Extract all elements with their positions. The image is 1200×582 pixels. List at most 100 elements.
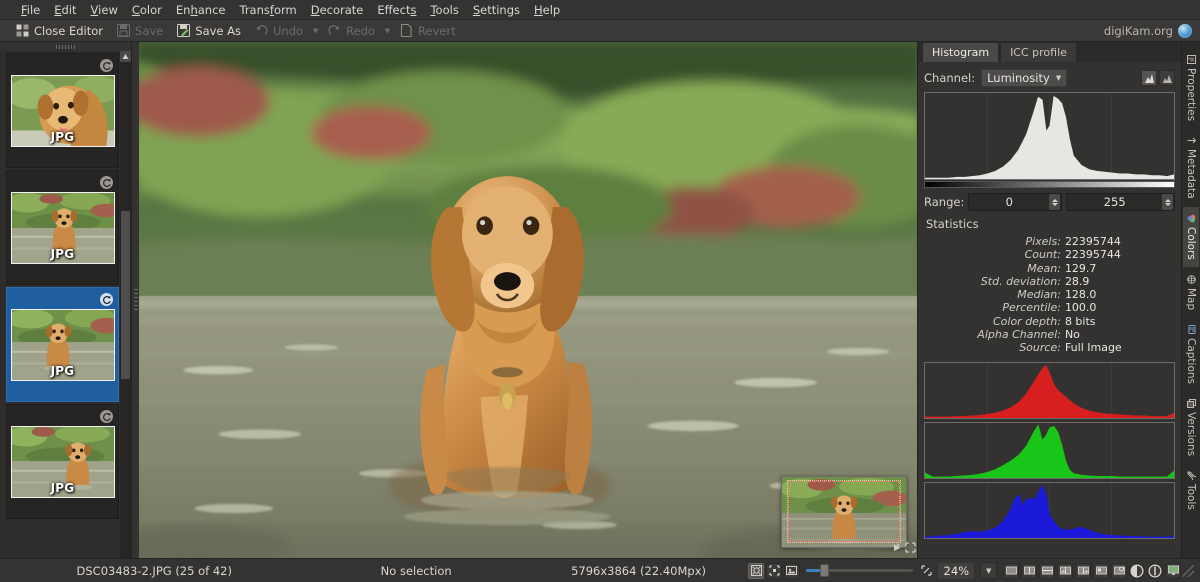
red-histogram[interactable] bbox=[924, 362, 1175, 419]
zoom-level[interactable]: 24% bbox=[938, 563, 974, 579]
close-editor-button[interactable]: Close Editor bbox=[10, 22, 109, 40]
menu-effects[interactable]: Effects bbox=[370, 1, 423, 19]
menu-settings[interactable]: Settings bbox=[466, 1, 527, 19]
close-editor-label: Close Editor bbox=[34, 24, 103, 38]
linear-scale-button[interactable] bbox=[1141, 70, 1157, 86]
target-preview-button[interactable] bbox=[1111, 563, 1127, 579]
canvas-splitter-handle[interactable] bbox=[132, 42, 139, 558]
scrollbar-thumb[interactable] bbox=[121, 211, 130, 380]
menu-view[interactable]: View bbox=[84, 1, 125, 19]
sidebar-tab-versions[interactable]: Versions bbox=[1183, 392, 1199, 463]
sidebar-tab-properties[interactable]: Properties bbox=[1183, 48, 1199, 128]
preview-toggle-button[interactable] bbox=[1093, 563, 1109, 579]
thumbnail-item[interactable]: JPG bbox=[6, 170, 119, 285]
revert-button[interactable]: Revert bbox=[394, 22, 462, 40]
menu-transform[interactable]: Transform bbox=[232, 1, 303, 19]
statistic-value: Full Image bbox=[1065, 342, 1167, 354]
globe-icon[interactable] bbox=[1178, 24, 1192, 38]
revert-icon bbox=[400, 24, 413, 37]
sidebar-tab-captions[interactable]: Captions bbox=[1183, 318, 1199, 391]
tab-histogram[interactable]: Histogram bbox=[922, 42, 999, 62]
pan-icon[interactable] bbox=[892, 538, 903, 557]
blue-histogram[interactable] bbox=[924, 482, 1175, 539]
navigator-selection-rect[interactable] bbox=[788, 481, 900, 543]
range-max-arrows[interactable] bbox=[1162, 194, 1173, 210]
thumbnail-item[interactable]: JPG bbox=[6, 53, 119, 168]
soft-proofing-button[interactable] bbox=[1165, 563, 1181, 579]
redo-button[interactable]: Redo bbox=[322, 22, 381, 40]
thumbnail-strip: JPG JPG bbox=[0, 42, 132, 558]
scrollbar-track[interactable] bbox=[120, 62, 131, 558]
view-mode-buttons bbox=[1002, 563, 1182, 579]
fit-to-window-button[interactable] bbox=[748, 563, 764, 579]
undo-dropdown-arrow[interactable]: ▼ bbox=[311, 20, 320, 41]
scale-buttons bbox=[1141, 70, 1175, 86]
logarithmic-scale-button[interactable] bbox=[1159, 70, 1175, 86]
over-exposure-icon bbox=[1148, 564, 1162, 578]
sidebar-tab-label: Captions bbox=[1185, 338, 1197, 384]
thumbnail-item[interactable]: JPG bbox=[6, 287, 119, 402]
rotate-icon[interactable] bbox=[100, 410, 113, 423]
rotate-icon[interactable] bbox=[100, 59, 113, 72]
thumbnail-toggle-button[interactable] bbox=[784, 563, 800, 579]
range-max-value: 255 bbox=[1067, 195, 1162, 209]
over-exposure-button[interactable] bbox=[1147, 563, 1163, 579]
thumbnail-strip-grip[interactable] bbox=[0, 42, 131, 51]
map-icon bbox=[1185, 275, 1197, 284]
statistic-key: Color depth: bbox=[924, 316, 1065, 328]
navigator-preview[interactable] bbox=[781, 476, 907, 548]
menu-color[interactable]: Color bbox=[125, 1, 169, 19]
thumbnail-item[interactable]: JPG bbox=[6, 404, 119, 519]
sidebar-tab-label: Metadata bbox=[1185, 149, 1197, 199]
sidebar-tab-map[interactable]: Map bbox=[1183, 268, 1199, 317]
rotate-icon[interactable] bbox=[100, 176, 113, 189]
undo-button[interactable]: Undo bbox=[249, 22, 309, 40]
range-max-spinbox[interactable]: 255 bbox=[1066, 193, 1175, 211]
rotate-icon[interactable] bbox=[100, 293, 113, 306]
statistic-value: 8 bits bbox=[1065, 316, 1167, 328]
split-duplicate-v-button[interactable] bbox=[1057, 563, 1073, 579]
fit-preview-icon[interactable] bbox=[905, 538, 916, 557]
statistic-value: 28.9 bbox=[1065, 276, 1167, 288]
thumbnail-list[interactable]: JPG JPG bbox=[0, 51, 131, 558]
menu-decorate[interactable]: Decorate bbox=[304, 1, 371, 19]
zoom-fit-button[interactable] bbox=[919, 563, 935, 579]
save-as-button[interactable]: Save As bbox=[171, 22, 247, 40]
sidebar-tab-tools[interactable]: Tools bbox=[1183, 464, 1199, 517]
split-duplicate-v-icon bbox=[1060, 565, 1071, 576]
split-none-button[interactable] bbox=[1003, 563, 1019, 579]
split-none-icon bbox=[1006, 565, 1017, 576]
zoom-slider[interactable] bbox=[806, 563, 913, 579]
menu-enhance[interactable]: Enhance bbox=[169, 1, 233, 19]
split-vertical-button[interactable] bbox=[1021, 563, 1037, 579]
save-button[interactable]: Save bbox=[111, 22, 169, 40]
resize-grip[interactable] bbox=[1182, 565, 1194, 577]
scroll-up-button[interactable] bbox=[120, 51, 131, 62]
channel-select[interactable]: Luminosity ▼ bbox=[981, 69, 1067, 87]
under-exposure-button[interactable] bbox=[1129, 563, 1145, 579]
thumbnail-scrollbar[interactable] bbox=[120, 51, 131, 558]
zoom-dropdown[interactable]: ▼ bbox=[980, 562, 997, 579]
versions-icon bbox=[1185, 399, 1197, 408]
split-duplicate-h-button[interactable] bbox=[1075, 563, 1091, 579]
menu-edit[interactable]: Edit bbox=[47, 1, 83, 19]
zoom-slider-knob[interactable] bbox=[820, 564, 829, 577]
sidebar-tab-label: Colors bbox=[1185, 227, 1197, 260]
sidebar-tab-label: Versions bbox=[1185, 412, 1197, 456]
luminosity-histogram[interactable] bbox=[924, 92, 1175, 180]
range-min-spinbox[interactable]: 0 bbox=[968, 193, 1062, 211]
menu-help[interactable]: Help bbox=[527, 1, 567, 19]
zoom-100-button[interactable] bbox=[766, 563, 782, 579]
redo-dropdown-arrow[interactable]: ▼ bbox=[383, 20, 392, 41]
right-panel: Histogram ICC profile Channel: Luminosit… bbox=[917, 42, 1181, 558]
range-row: Range: 0 255 bbox=[924, 193, 1175, 211]
menu-file[interactable]: File bbox=[14, 1, 47, 19]
green-histogram[interactable] bbox=[924, 422, 1175, 479]
range-min-arrows[interactable] bbox=[1049, 194, 1060, 210]
tab-icc-profile[interactable]: ICC profile bbox=[1000, 42, 1077, 62]
sidebar-tab-colors[interactable]: Colors bbox=[1183, 207, 1199, 267]
image-canvas[interactable] bbox=[132, 42, 917, 558]
split-horizontal-button[interactable] bbox=[1039, 563, 1055, 579]
menu-tools[interactable]: Tools bbox=[423, 1, 465, 19]
sidebar-tab-metadata[interactable]: Metadata bbox=[1183, 129, 1199, 206]
